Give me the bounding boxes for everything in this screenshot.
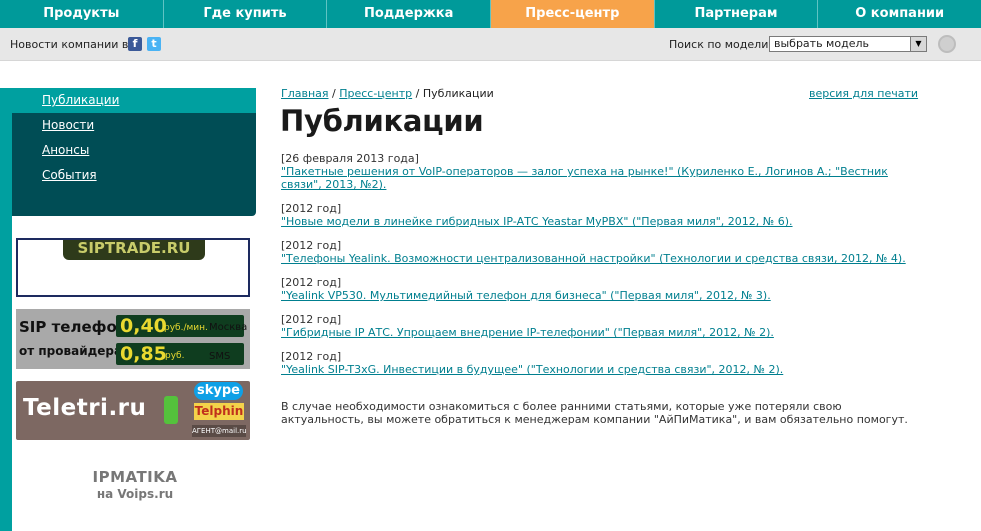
publication-link[interactable]: "Новые модели в линейке гибридных IP-АТС… (281, 215, 793, 228)
breadcrumb-separator: / (328, 87, 340, 100)
publication-date: [2012 год] (281, 350, 342, 363)
publication-link[interactable]: "Yealink SIP-T3xG. Инвестиции в будущее"… (281, 363, 783, 376)
sip-provider-banner[interactable]: SIP телефония от провайдера 0,40 руб./ми… (16, 309, 250, 369)
sidebar-menu: Публикации Новости Анонсы События (12, 88, 256, 216)
breadcrumb-press-center[interactable]: Пресс-центр (339, 87, 412, 100)
breadcrumb-current: Публикации (422, 87, 494, 100)
price-1-label: Москва (209, 322, 248, 333)
price-2-label: SMS (209, 351, 231, 362)
price-1: 0,40 (120, 315, 167, 337)
model-select[interactable]: выбрать модель ▼ (769, 36, 927, 52)
search-go-icon[interactable] (938, 35, 956, 53)
tab-press-center[interactable]: Пресс-центр (491, 0, 655, 28)
price-1-unit: руб./мин. (164, 323, 208, 333)
list-item: [2012 год] "Yealink SIP-T3xG. Инвестиции… (281, 350, 921, 376)
publication-date: [2012 год] (281, 202, 342, 215)
breadcrumb-home[interactable]: Главная (281, 87, 329, 100)
publication-list: [26 февраля 2013 года] "Пакетные решения… (281, 152, 921, 387)
telphin-logo: Telphin (194, 403, 244, 420)
tab-support[interactable]: Поддержка (327, 0, 492, 28)
publication-link[interactable]: "Yealink VP530. Мультимедийный телефон д… (281, 289, 771, 302)
tab-products[interactable]: Продукты (0, 0, 164, 28)
publication-link[interactable]: "Телефоны Yealink. Возможности централиз… (281, 252, 906, 265)
ipmatika-subtitle: на Voips.ru (96, 487, 174, 501)
publication-date: [2012 год] (281, 313, 342, 326)
siptrade-banner[interactable]: SIPTRADE.RU (16, 238, 250, 297)
list-item: [26 февраля 2013 года] "Пакетные решения… (281, 152, 921, 191)
publication-link[interactable]: "Пакетные решения от VoIP-операторов — з… (281, 165, 888, 191)
sidebar-item-events[interactable]: События (12, 163, 256, 188)
list-item: [2012 год] "Yealink VP530. Мультимедийны… (281, 276, 921, 302)
tab-about[interactable]: О компании (818, 0, 981, 28)
publication-date: [2012 год] (281, 276, 342, 289)
chevron-down-icon[interactable]: ▼ (910, 37, 926, 51)
sidebar-item-announcements[interactable]: Анонсы (12, 138, 256, 163)
sidebar-item-publications[interactable]: Публикации (12, 88, 256, 113)
price-2: 0,85 (120, 343, 167, 365)
twitter-icon[interactable]: t (147, 37, 161, 51)
sip-banner-line2: от провайдера (19, 344, 123, 358)
list-item: [2012 год] "Телефоны Yealink. Возможност… (281, 239, 921, 265)
publication-date: [2012 год] (281, 239, 342, 252)
model-select-value: выбрать модель (774, 37, 869, 50)
list-item: [2012 год] "Гибридные IP АТС. Упрощаем в… (281, 313, 921, 339)
publication-date: [26 февраля 2013 года] (281, 152, 419, 165)
mail-agent-logo: АГЕНТ@mail.ru (192, 425, 247, 437)
sidebar-item-news[interactable]: Новости (12, 113, 256, 138)
tab-partners[interactable]: Партнерам (655, 0, 819, 28)
teletri-banner[interactable]: Teletri.ru skype Telphin АГЕНТ@mail.ru (16, 381, 250, 440)
print-version-link[interactable]: версия для печати (809, 87, 918, 100)
top-navigation: Продукты Где купить Поддержка Пресс-цент… (0, 0, 981, 28)
siptrade-logo: SIPTRADE.RU (63, 240, 205, 260)
secondary-bar: Новости компании в: f t Поиск по модели:… (0, 28, 981, 61)
list-item: [2012 год] "Новые модели в линейке гибри… (281, 202, 921, 228)
model-search-label: Поиск по модели: (669, 38, 773, 51)
archive-note: В случае необходимости ознакомиться с бо… (281, 400, 908, 426)
price-2-unit: руб. (165, 351, 185, 361)
phone-icon (164, 396, 178, 424)
teletri-brand: Teletri.ru (23, 395, 147, 421)
news-label: Новости компании в: (10, 38, 133, 51)
ipmatika-title: IPMATIKA (92, 468, 178, 486)
sidebar-stripe (0, 88, 12, 531)
breadcrumb: Главная / Пресс-центр / Публикации (281, 87, 494, 100)
skype-logo: skype (194, 382, 243, 400)
tab-where-to-buy[interactable]: Где купить (164, 0, 328, 28)
page-title: Публикации (280, 104, 484, 138)
breadcrumb-separator: / (412, 87, 423, 100)
ipmatika-link[interactable]: IPMATIKA на Voips.ru (16, 468, 254, 501)
facebook-icon[interactable]: f (128, 37, 142, 51)
publication-link[interactable]: "Гибридные IP АТС. Упрощаем внедрение IP… (281, 326, 774, 339)
